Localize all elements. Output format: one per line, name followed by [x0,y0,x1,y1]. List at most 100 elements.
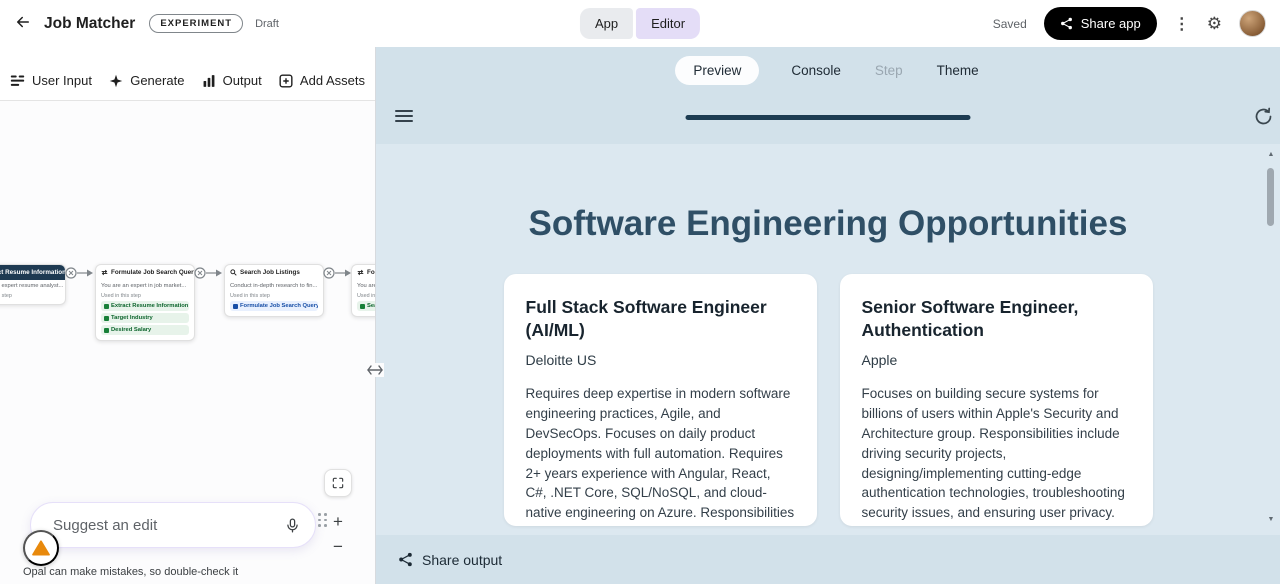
output-label: Output [222,73,262,88]
workflow-canvas[interactable]: Extract Resume Information You are an ex… [0,101,375,584]
chip-icon [233,303,238,309]
scrollbar-track[interactable] [1265,160,1277,515]
preview-drag-bar[interactable] [685,115,971,120]
more-options-icon[interactable]: ⋮ [1174,14,1190,34]
app-view-button[interactable]: App [579,8,634,39]
chip-icon [104,327,109,333]
tab-console[interactable]: Console [789,56,843,85]
horizontal-resize-icon [367,365,383,375]
input-chip[interactable]: Extract Resume Information [101,301,189,311]
user-input-button[interactable]: User Input [8,69,94,92]
tab-preview[interactable]: Preview [675,56,760,85]
preview-tabs: Preview Console Step Theme [376,47,1280,94]
app-header: Job Matcher EXPERIMENT Draft App Editor … [0,0,1280,47]
microphone-button[interactable] [284,517,301,534]
node-header: Formulate Job Search Query [96,265,194,280]
panel-resize-handle[interactable] [366,363,384,377]
editor-view-button[interactable]: Editor [636,8,701,39]
node-used-label: Used in this step [101,293,141,299]
input-chip[interactable]: Search Job Listings [357,301,375,311]
connection-delete-icon[interactable] [322,266,352,285]
connection-delete-icon[interactable] [193,266,223,285]
node-title: Format Job Listings [367,269,375,276]
job-card: Senior Software Engineer, Authentication… [839,274,1153,526]
generate-label: Generate [130,73,185,88]
input-chip[interactable]: Formulate Job Search Query [230,301,318,311]
connection-delete-icon[interactable] [64,266,94,285]
share-output-label: Share output [422,551,503,568]
workflow-node-formulate-query[interactable]: Formulate Job Search Query You are an ex… [95,264,195,341]
node-body: You are an expert in job market... [101,283,187,289]
plus-square-icon [279,73,293,88]
chip-label: Desired Salary [111,327,152,333]
editor-toolbar: User Input Generate Output Add Assets [0,47,375,101]
generate-button[interactable]: Generate [107,69,186,92]
drag-handle-dots[interactable] [318,513,327,527]
minus-icon: − [333,537,343,556]
output-button[interactable]: Output [200,69,264,92]
input-chip[interactable]: Target Industry [101,313,189,323]
node-header: Search Job Listings [225,265,323,280]
refresh-icon[interactable] [1253,106,1274,130]
main-split: User Input Generate Output Add Assets t … [0,47,1280,584]
node-used-label: Used in this step [0,293,12,299]
chip-label: Formulate Job Search Query [240,303,318,309]
job-description: Requires deep expertise in modern softwa… [525,386,795,521]
node-used-label: Used in this step [357,293,375,299]
workflow-node-format-listings[interactable]: Format Job Listings You are an expert...… [351,264,375,317]
share-app-button[interactable]: Share app [1043,7,1157,40]
scroll-up-icon[interactable]: ▲ [1268,150,1275,160]
draft-status: Draft [255,17,279,30]
warning-button[interactable] [23,530,59,566]
scroll-down-icon[interactable]: ▼ [1268,515,1275,525]
input-chip[interactable]: Desired Salary [101,325,189,335]
fit-to-screen-button[interactable] [324,469,352,497]
scrollbar-thumb[interactable] [1267,168,1274,226]
vertical-scrollbar[interactable]: ▲ ▼ [1265,150,1277,525]
user-avatar[interactable] [1239,10,1266,37]
add-assets-button[interactable]: Add Assets [277,69,367,92]
job-company: Deloitte US [525,352,597,369]
view-toggle: App Editor [579,8,701,39]
share-icon [1060,17,1073,30]
back-button[interactable] [14,13,32,34]
preview-panel: Preview Console Step Theme Software Engi… [376,47,1280,584]
warning-triangle-icon [32,540,50,556]
microphone-icon [284,517,301,534]
node-header: Format Job Listings [352,265,375,280]
suggest-edit-input[interactable] [53,516,284,534]
settings-gear-icon[interactable]: ⚙ [1207,14,1222,34]
app-content-title: Software Engineering Opportunities [528,204,1128,243]
chip-icon [360,303,365,309]
suggest-edit-bar [30,502,316,548]
share-output-button[interactable]: Share output [398,552,502,568]
tab-theme[interactable]: Theme [935,56,981,85]
job-cards-row: Full Stack Software Engineer (AI/ML) Del… [376,274,1280,526]
node-title: Extract Resume Information [0,269,65,276]
menu-hamburger-icon[interactable] [395,109,413,126]
chip-label: Target Industry [111,315,153,321]
node-body: You are an expert resume analyst... [0,283,64,289]
saved-status: Saved [992,16,1027,31]
zoom-out-button[interactable]: − [327,536,349,558]
chip-icon [104,303,109,309]
search-icon [230,269,237,276]
node-body: You are an expert... [357,283,375,289]
user-input-icon [10,73,25,88]
disclaimer-text: Opal can make mistakes, so double-check … [23,566,239,578]
add-assets-label: Add Assets [299,73,365,88]
zoom-in-button[interactable]: + [327,511,349,533]
experiment-badge: EXPERIMENT [149,14,244,33]
app-preview-viewport: Software Engineering Opportunities Full … [376,144,1280,535]
node-header: Extract Resume Information [0,265,65,280]
tab-step[interactable]: Step [873,56,905,85]
share-icon [398,552,413,567]
plus-icon: + [333,512,343,531]
swap-icon [101,269,108,276]
chip-icon [104,315,109,321]
bar-chart-icon [202,74,216,88]
back-arrow-icon [14,13,32,34]
preview-footer: Share output [376,535,1280,584]
workflow-node-extract-resume[interactable]: Extract Resume Information You are an ex… [0,264,66,305]
workflow-node-search-listings[interactable]: Search Job Listings Conduct in-depth res… [224,264,324,317]
